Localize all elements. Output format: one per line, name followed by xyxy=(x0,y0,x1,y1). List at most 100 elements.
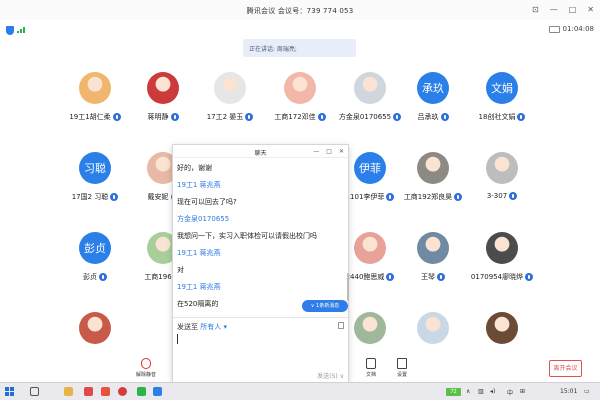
security-shield-icon[interactable] xyxy=(6,26,14,35)
participant-name-row: 彭贞 xyxy=(83,272,107,282)
participant-avatar[interactable] xyxy=(79,312,111,344)
title-bar: 腾讯会议 会议号：739 774 053 ⊡ — □ ✕ xyxy=(0,0,600,20)
tencent-meeting-taskbar-icon[interactable] xyxy=(153,387,162,396)
microphone-icon xyxy=(317,113,326,121)
participant-avatar[interactable] xyxy=(486,232,518,264)
chat-input[interactable] xyxy=(177,334,178,344)
participant-name: 戴安妮 xyxy=(147,193,169,201)
pin-icon[interactable]: ⊡ xyxy=(532,5,539,14)
chat-message-sender: 19工1 蒋兆燕 xyxy=(177,283,221,291)
app-icon-orange[interactable] xyxy=(101,387,110,396)
participant-name-row: 0170954廖晓烨 xyxy=(470,272,534,282)
microphone-icon xyxy=(99,273,107,281)
recording-icon xyxy=(548,25,560,33)
search-icon[interactable] xyxy=(30,387,39,396)
chat-message-text: 好的，谢谢 xyxy=(177,164,212,172)
participant-avatar[interactable] xyxy=(354,312,386,344)
chat-scrollbar[interactable] xyxy=(347,273,349,301)
speaking-indicator: 正在讲话: 周瑞亮; xyxy=(243,39,356,57)
participant-avatar[interactable]: 承玖 xyxy=(417,72,449,104)
participant-name: 彭贞 xyxy=(83,273,97,281)
participant-name: 3-307 xyxy=(486,192,508,200)
participant-name-row: 18创社文娟 xyxy=(479,112,526,122)
ime-mode-icon[interactable]: ⊞ xyxy=(520,388,525,395)
participant-avatar[interactable] xyxy=(417,312,449,344)
participant-avatar[interactable] xyxy=(147,72,179,104)
network-icon[interactable]: ▥ xyxy=(478,388,484,395)
chat-window[interactable]: 聊天 — □ ✕ 好的，谢谢 19工1 蒋兆燕 现在可以回去了吗? 方金泉017065… xyxy=(172,144,349,383)
app-icon-green[interactable] xyxy=(137,387,146,396)
chat-compose-area[interactable]: 发送至 所有人 ▾ 发送(S) ∨ xyxy=(173,317,348,383)
chevron-down-icon[interactable]: ▾ xyxy=(223,323,227,331)
participant-avatar[interactable]: 伊菲 xyxy=(354,152,386,184)
chat-message-text: 对 xyxy=(177,266,184,274)
microphone-icon xyxy=(110,193,119,201)
notification-icon[interactable]: ▭ xyxy=(584,388,590,395)
participant-name: 工商172邓佳 xyxy=(274,113,316,121)
participant-name-row: 2440鲍思威 xyxy=(346,272,395,282)
participant-avatar[interactable] xyxy=(354,72,386,104)
new-message-button[interactable]: ∨ 1条新消息 xyxy=(302,300,348,312)
microphone-icon xyxy=(454,193,463,201)
participant-avatar[interactable] xyxy=(79,72,111,104)
participant-name-row: 工商192郑良昊 xyxy=(404,192,463,202)
participant-avatar[interactable] xyxy=(486,312,518,344)
participant-avatar[interactable] xyxy=(486,152,518,184)
mute-label: 解除静音 xyxy=(136,372,157,378)
participant-name: 方金泉0170655 xyxy=(338,113,392,121)
participant-avatar[interactable]: 彭贞 xyxy=(79,232,111,264)
participant-avatar[interactable] xyxy=(354,232,386,264)
close-icon[interactable]: ✕ xyxy=(587,5,594,14)
volume-icon[interactable]: ◂) xyxy=(490,388,495,395)
microphone-icon xyxy=(437,273,445,281)
ime-indicator[interactable]: 中 xyxy=(507,388,513,397)
window-controls: ⊡ — □ ✕ xyxy=(532,5,594,14)
app-icon-red[interactable] xyxy=(84,387,93,396)
participant-name: 0170954廖晓烨 xyxy=(470,273,524,281)
chat-close-icon[interactable]: ✕ xyxy=(339,148,344,155)
chat-minimize-icon[interactable]: — xyxy=(313,148,319,155)
participant-avatar[interactable]: 文娟 xyxy=(486,72,518,104)
tray-expand-icon[interactable]: ∧ xyxy=(466,388,470,395)
docs-button[interactable]: 文档 xyxy=(366,358,376,378)
mute-button[interactable]: 解除静音 xyxy=(136,358,156,378)
send-button[interactable]: 发送(S) ∨ xyxy=(317,371,344,380)
participant-name: 1101李伊菲 xyxy=(345,193,385,201)
participant-name-row: 17国2 习聪 xyxy=(72,192,119,202)
send-options-icon[interactable]: ∨ xyxy=(340,373,344,380)
participant-name: 工商196 xyxy=(144,273,172,281)
participant-name-row: 1101李伊菲 xyxy=(346,192,395,202)
timer-value: 01:04:08 xyxy=(562,25,594,33)
participant-name: 王琴 xyxy=(421,273,435,281)
microphone-icon xyxy=(509,192,518,200)
settings-button[interactable]: 设置 xyxy=(397,358,407,378)
chat-window-controls: — □ ✕ xyxy=(313,148,344,155)
participant-name-row: 19工1胡仁柔 xyxy=(69,112,121,122)
send-to-target[interactable]: 所有人 xyxy=(200,323,221,331)
maximize-icon[interactable]: □ xyxy=(569,5,577,14)
browser-icon[interactable] xyxy=(118,387,127,396)
send-to-selector[interactable]: 发送至 所有人 ▾ xyxy=(177,322,227,332)
participant-avatar[interactable] xyxy=(284,72,316,104)
microphone-muted-icon xyxy=(141,358,151,369)
chat-maximize-icon[interactable]: □ xyxy=(326,148,332,155)
participant-name: 19工1胡仁柔 xyxy=(69,113,111,121)
participant-avatar[interactable] xyxy=(214,72,246,104)
microphone-icon xyxy=(386,273,395,281)
battery-indicator[interactable]: 72 xyxy=(446,388,461,396)
participant-avatar[interactable] xyxy=(417,152,449,184)
participant-avatar[interactable]: 习聪 xyxy=(79,152,111,184)
meeting-title: 腾讯会议 会议号：739 774 053 xyxy=(246,7,354,15)
windows-start-icon[interactable] xyxy=(5,387,14,396)
file-explorer-icon[interactable] xyxy=(64,387,73,396)
minimize-icon[interactable]: — xyxy=(550,5,558,14)
participant-avatar[interactable] xyxy=(417,232,449,264)
network-signal-icon[interactable] xyxy=(17,27,25,33)
clock[interactable]: 15:01 xyxy=(560,388,577,395)
settings-label: 设置 xyxy=(397,372,408,378)
leave-meeting-button[interactable]: 离开会议 xyxy=(549,360,582,377)
chat-message-sender: 19工1 蒋兆燕 xyxy=(177,181,221,189)
send-to-label: 发送至 xyxy=(177,323,198,331)
participant-name-row: 方金泉0170655 xyxy=(338,112,402,122)
file-attach-icon[interactable] xyxy=(338,322,344,329)
